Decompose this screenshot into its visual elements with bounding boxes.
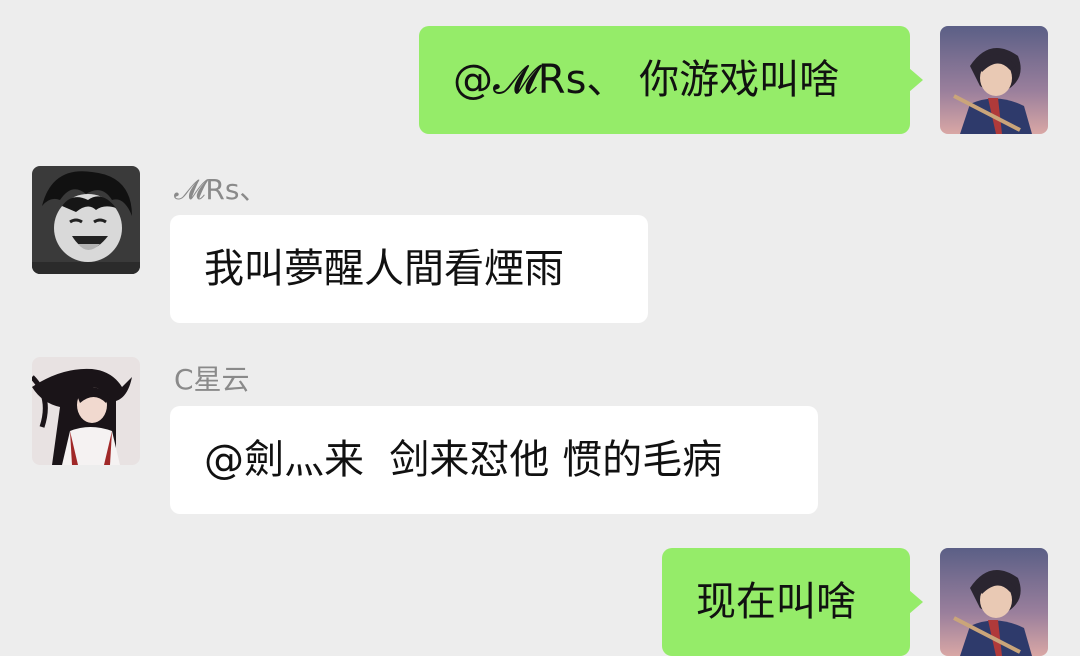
message-text: 我叫夢醒人間看煙雨 <box>204 246 564 292</box>
message-bubble-mine[interactable]: @𝓜Rs、 你游戏叫啥 <box>419 26 923 134</box>
message-bubble-theirs[interactable]: 我叫夢醒人間看煙雨 <box>170 215 648 323</box>
sender-name: 𝓜Rs、 <box>174 173 268 206</box>
message-text: @劍灬来 剑来怼他 惯的毛病 <box>204 437 723 483</box>
message-text: 现在叫啥 <box>696 579 856 625</box>
message-bubble-theirs[interactable]: @劍灬来 剑来怼他 惯的毛病 <box>170 406 818 514</box>
sender-name: C星云 <box>174 363 250 396</box>
message-bubble-mine[interactable]: 现在叫啥 <box>662 548 923 656</box>
self-avatar[interactable] <box>940 26 1048 134</box>
mrs-avatar[interactable] <box>32 166 140 274</box>
self-avatar[interactable] <box>940 548 1048 656</box>
message-text: @𝓜Rs、 你游戏叫啥 <box>453 57 840 103</box>
xingyun-avatar[interactable] <box>32 357 140 465</box>
